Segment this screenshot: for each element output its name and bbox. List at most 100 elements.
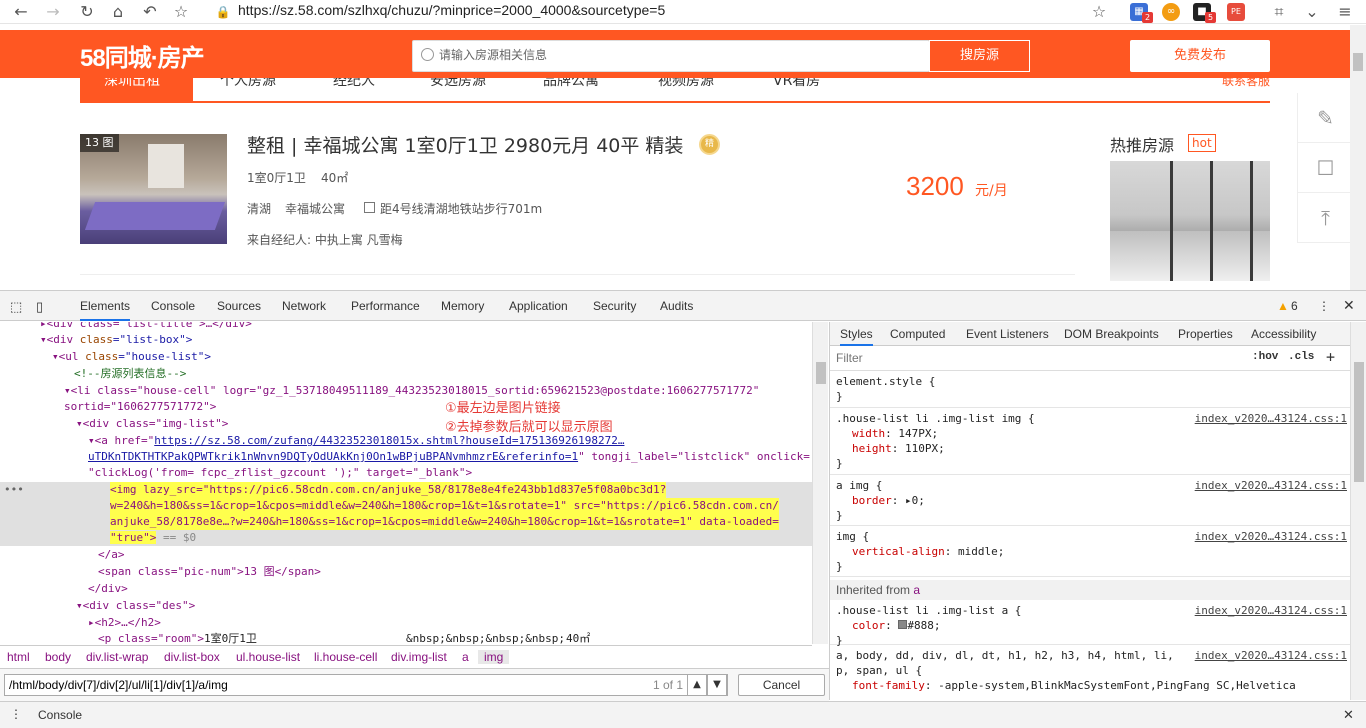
close-drawer-icon[interactable]: ✕ bbox=[1343, 707, 1354, 723]
tab-video[interactable]: 视频房源 bbox=[658, 78, 714, 90]
extension-pe-icon[interactable]: PE bbox=[1227, 3, 1245, 21]
crumb-html[interactable]: html bbox=[7, 650, 30, 664]
crumb-house-cell[interactable]: li.house-cell bbox=[314, 650, 377, 664]
edit-icon[interactable]: ✎ bbox=[1298, 93, 1353, 143]
crumb-list-box[interactable]: div.list-box bbox=[164, 650, 220, 664]
close-icon[interactable]: ✕ bbox=[1343, 297, 1355, 314]
hot-listing-image[interactable] bbox=[1110, 161, 1270, 281]
star-icon[interactable]: ☆ bbox=[1088, 1, 1110, 23]
reload-icon[interactable]: ↻ bbox=[76, 1, 98, 23]
district-link[interactable]: 清湖 bbox=[247, 200, 271, 217]
more-options-icon[interactable]: ⋮ bbox=[1318, 299, 1330, 313]
styles-filter-input[interactable] bbox=[836, 351, 1236, 365]
dom-line[interactable]: </div> bbox=[88, 581, 128, 597]
inherited-tag-link[interactable]: a bbox=[913, 583, 920, 597]
expand-triangle-icon[interactable]: ▸ bbox=[905, 494, 912, 507]
forward-icon[interactable]: → bbox=[42, 1, 64, 23]
tab-shenzhen-rent[interactable]: 深圳出租 bbox=[80, 78, 193, 101]
tab-dom-breakpoints[interactable]: DOM Breakpoints bbox=[1064, 327, 1159, 341]
dom-line[interactable]: sortid="1606277571772"> bbox=[64, 399, 216, 415]
tab-personal[interactable]: 个人房源 bbox=[220, 78, 276, 90]
console-drawer-tab[interactable]: Console bbox=[38, 708, 82, 722]
styles-scrollbar[interactable] bbox=[1350, 322, 1366, 700]
dom-line[interactable]: </a> bbox=[98, 547, 125, 563]
stylesheet-link[interactable]: index_v2020…43124.css:1 bbox=[1195, 411, 1347, 426]
tab-elements[interactable]: Elements bbox=[80, 299, 131, 321]
tab-memory[interactable]: Memory bbox=[441, 299, 484, 313]
dom-line-selected[interactable]: w=240&h=180&ss=1&crop=1&cpos=middle&w=24… bbox=[110, 498, 779, 514]
crumb-body[interactable]: body bbox=[45, 650, 71, 664]
dom-line-selected[interactable]: anjuke_58/8178e8e…?w=240&h=180&ss=1&crop… bbox=[110, 514, 779, 530]
contact-link[interactable]: 联系客服 bbox=[1222, 78, 1270, 89]
stylesheet-link[interactable]: index_v2020…43124.css:1 bbox=[1195, 529, 1347, 544]
dom-line[interactable]: ▾<a href="https://sz.58.com/zufang/44323… bbox=[88, 433, 624, 449]
warning-count[interactable]: 6 bbox=[1291, 299, 1298, 313]
dom-line[interactable]: <span class="pic-num">13 图</span> bbox=[98, 564, 321, 580]
chat-icon[interactable]: ☐ bbox=[1298, 143, 1353, 193]
tab-application[interactable]: Application bbox=[509, 299, 568, 313]
chevron-down-icon[interactable]: ⌄ bbox=[1301, 1, 1323, 23]
page-scrollbar[interactable] bbox=[1350, 25, 1366, 290]
dom-line[interactable]: ▾<div class="list-box"> bbox=[40, 332, 192, 348]
address-bar[interactable]: https://sz.58.com/szlhxq/chuzu/?minprice… bbox=[238, 2, 665, 18]
warning-icon[interactable]: ▲ bbox=[1277, 299, 1289, 313]
tab-network[interactable]: Network bbox=[282, 299, 326, 313]
extension-infinity-icon[interactable]: ∞ bbox=[1162, 3, 1180, 21]
tab-security[interactable]: Security bbox=[593, 299, 636, 313]
stylesheet-link[interactable]: index_v2020…43124.css:1 bbox=[1195, 648, 1347, 663]
dom-line-selected[interactable]: <img lazy_src="https://pic6.58cdn.com.cn… bbox=[110, 482, 667, 498]
crumb-a[interactable]: a bbox=[462, 650, 469, 664]
menu-icon[interactable]: ≡ bbox=[1334, 1, 1356, 23]
find-next-icon[interactable]: ▼ bbox=[707, 674, 727, 696]
tab-styles[interactable]: Styles bbox=[840, 327, 873, 346]
tab-computed[interactable]: Computed bbox=[890, 327, 945, 341]
publish-button[interactable]: 免费发布 bbox=[1130, 40, 1270, 72]
dom-line[interactable]: ▾<div class="img-list"> bbox=[76, 416, 228, 432]
elements-tree[interactable]: ▸<div class="list-title">…</div> ▾<div c… bbox=[0, 322, 812, 644]
hov-toggle[interactable]: :hov bbox=[1252, 351, 1278, 363]
search-box[interactable] bbox=[412, 40, 930, 72]
tab-accessibility[interactable]: Accessibility bbox=[1251, 327, 1316, 341]
dom-line[interactable]: ▾<li class="house-cell" logr="gz_1_53718… bbox=[64, 383, 759, 399]
tab-agent[interactable]: 经纪人 bbox=[333, 78, 375, 90]
tab-audits[interactable]: Audits bbox=[660, 299, 693, 313]
cls-toggle[interactable]: .cls bbox=[1288, 351, 1314, 363]
dom-line[interactable]: ▾<ul class="house-list"> bbox=[52, 349, 211, 365]
crumb-list-wrap[interactable]: div.list-wrap bbox=[86, 650, 148, 664]
crumb-img[interactable]: img bbox=[478, 650, 510, 664]
dom-line[interactable]: ▸<h2>…</h2> bbox=[88, 615, 161, 631]
back-to-top-icon[interactable]: ⤒ bbox=[1298, 193, 1353, 243]
cancel-button[interactable]: Cancel bbox=[738, 674, 825, 696]
dom-line-selected[interactable]: "true"> == $0 bbox=[110, 530, 196, 546]
undo-icon[interactable]: ↶ bbox=[139, 1, 161, 23]
device-toolbar-icon[interactable]: ▯ bbox=[36, 299, 43, 315]
tab-sources[interactable]: Sources bbox=[217, 299, 261, 313]
new-rule-icon[interactable]: + bbox=[1326, 348, 1335, 366]
search-button[interactable]: 搜房源 bbox=[929, 40, 1030, 72]
find-prev-icon[interactable]: ▲ bbox=[687, 674, 707, 696]
xpath-search-input[interactable]: /html/body/div[7]/div[2]/ul/li[1]/div[1]… bbox=[4, 674, 728, 696]
drawer-menu-icon[interactable]: ⋮ bbox=[10, 707, 22, 721]
dom-line[interactable]: ▸<div class="list-title">…</div> bbox=[40, 322, 252, 332]
listing-title[interactable]: 整租 | 幸福城公寓 1室0厅1卫 2980元月 40平 精装 bbox=[247, 131, 683, 158]
inspect-icon[interactable]: ⬚ bbox=[10, 299, 22, 315]
elements-scrollbar[interactable] bbox=[812, 322, 828, 644]
crumb-img-list[interactable]: div.img-list bbox=[391, 650, 447, 664]
tab-event-listeners[interactable]: Event Listeners bbox=[966, 327, 1049, 341]
back-icon[interactable]: ← bbox=[10, 1, 32, 23]
stylesheet-link[interactable]: index_v2020…43124.css:1 bbox=[1195, 603, 1347, 618]
dom-line[interactable]: uTDKnTDKTHTKPakQPWTkrik1nWnvn9DQTyOdUAkK… bbox=[88, 449, 810, 465]
bookmark-star-icon[interactable]: ☆ bbox=[170, 1, 192, 23]
dom-line[interactable]: ▾<div class="des"> bbox=[76, 598, 195, 614]
tab-performance[interactable]: Performance bbox=[351, 299, 420, 313]
search-input[interactable] bbox=[439, 48, 919, 62]
tab-vr[interactable]: VR看房 bbox=[773, 78, 820, 90]
community-link[interactable]: 幸福城公寓 bbox=[285, 200, 345, 217]
tab-console[interactable]: Console bbox=[151, 299, 195, 313]
site-logo[interactable]: 58同城·房产 bbox=[80, 38, 205, 73]
home-icon[interactable]: ⌂ bbox=[107, 1, 129, 23]
dom-line[interactable]: <p class="room">1室0厅1卫 &nbsp;&nbsp;&nbsp;… bbox=[98, 631, 590, 644]
stylesheet-link[interactable]: index_v2020…43124.css:1 bbox=[1195, 478, 1347, 493]
dom-comment[interactable]: <!--房源列表信息--> bbox=[74, 366, 186, 382]
tab-brand[interactable]: 品牌公寓 bbox=[543, 78, 599, 90]
